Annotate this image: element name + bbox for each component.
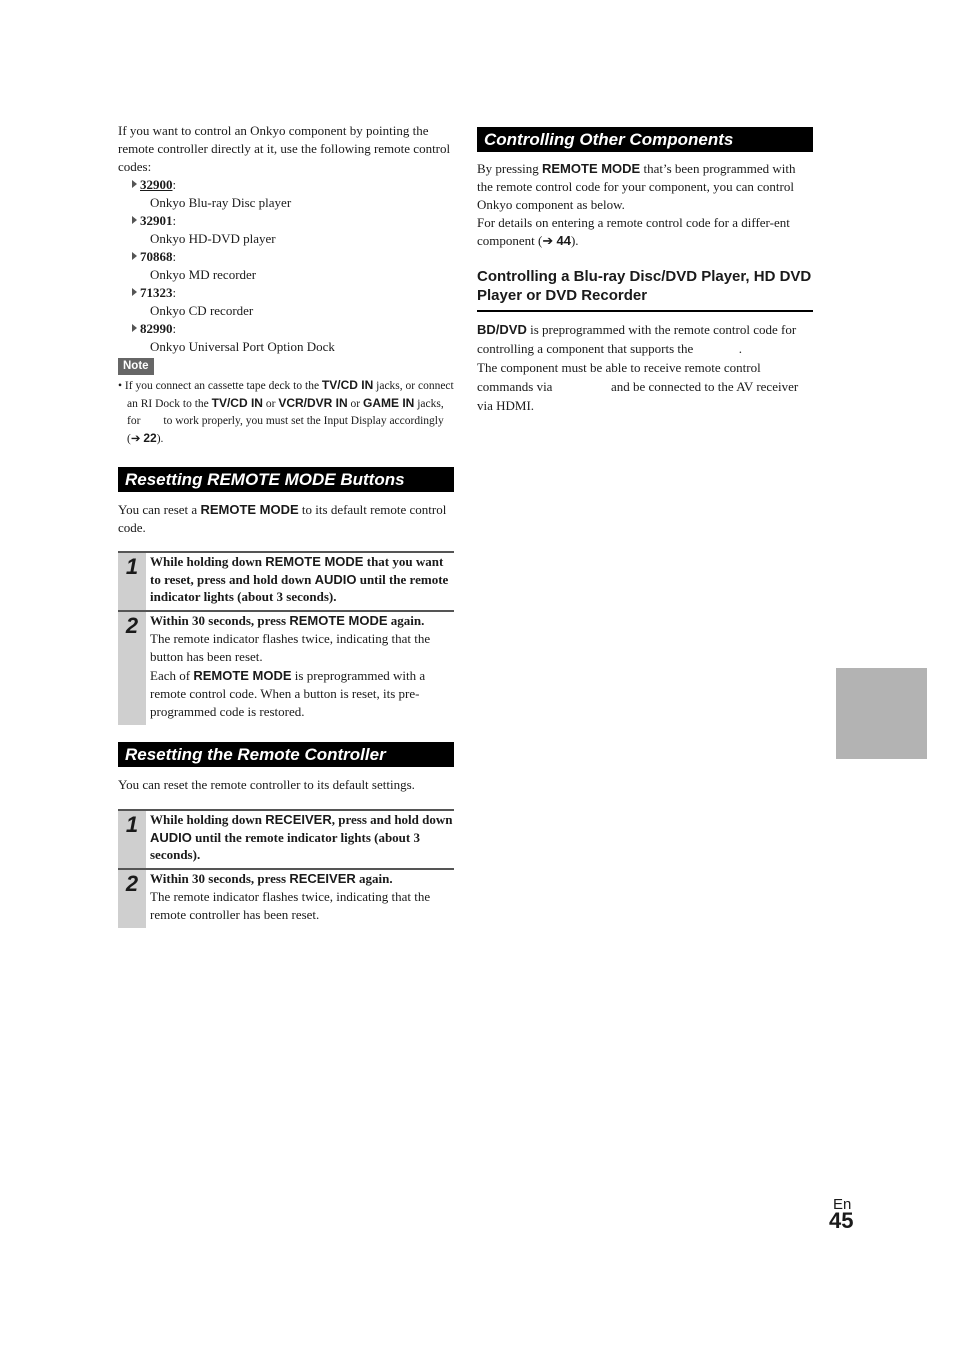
remote-code-list: 32900: Onkyo Blu-ray Disc player 32901: On… <box>132 176 454 356</box>
section-intro: You can reset a REMOTE MODE to its defau… <box>118 502 447 535</box>
step-title: While holding down RECEIVER, press and h… <box>150 812 453 862</box>
triangle-bullet-icon <box>132 216 137 224</box>
step-desc: The remote indicator flashes twice, indi… <box>150 889 431 922</box>
step-desc: The remote indicator flashes twice, indi… <box>150 631 431 664</box>
step-number: 1 <box>118 811 146 868</box>
right-column: Controlling Other Components By pressing… <box>477 127 813 415</box>
section-title-reset-remote-mode: Resetting REMOTE MODE Buttons <box>118 467 454 492</box>
step-number: 2 <box>118 611 146 725</box>
section-title-reset-remote-controller: Resetting the Remote Controller <box>118 742 454 767</box>
paragraph: For details on entering a remote control… <box>477 215 790 248</box>
paragraph: The component must be able to receive re… <box>477 360 802 413</box>
code-item: 71323: Onkyo CD recorder <box>132 284 454 320</box>
paragraph: BD/DVD is preprogrammed with the remote … <box>477 322 800 356</box>
chapter-tab <box>836 668 927 759</box>
step-title: While holding down REMOTE MODE that you … <box>150 554 449 604</box>
steps-reset-remote-mode: 1 While holding down REMOTE MODE that yo… <box>118 551 454 725</box>
step-title: Within 30 seconds, press RECEIVER again. <box>150 870 393 886</box>
code-number: 32901 <box>140 213 173 228</box>
triangle-bullet-icon <box>132 252 137 260</box>
triangle-bullet-icon <box>132 324 137 332</box>
code-item: 32900: Onkyo Blu-ray Disc player <box>132 176 454 212</box>
code-item: 32901: Onkyo HD-DVD player <box>132 212 454 248</box>
intro-text: If you want to control an Onkyo componen… <box>118 123 451 174</box>
triangle-bullet-icon <box>132 180 137 188</box>
code-desc: Onkyo CD recorder <box>150 303 254 318</box>
code-item: 70868: Onkyo MD recorder <box>132 248 454 284</box>
subsection-heading: Controlling a Blu-ray Disc/DVD Player, H… <box>477 267 813 312</box>
step: 2 Within 30 seconds, press RECEIVER agai… <box>118 867 454 928</box>
page-ref: 22 <box>143 431 157 445</box>
left-column: If you want to control an Onkyo componen… <box>118 122 454 928</box>
step: 2 Within 30 seconds, press REMOTE MODE a… <box>118 609 454 725</box>
code-number: 71323 <box>140 285 173 300</box>
note-text: • If you connect an cassette tape deck t… <box>118 378 454 445</box>
code-desc: Onkyo MD recorder <box>150 267 257 282</box>
code-desc: Onkyo Blu-ray Disc player <box>150 195 292 210</box>
code-number: 32900 <box>140 177 173 192</box>
triangle-bullet-icon <box>132 288 137 296</box>
code-number: 70868 <box>140 249 173 264</box>
paragraph: By pressing REMOTE MODE that’s been prog… <box>477 161 796 212</box>
arrow-icon: ➔ <box>542 233 557 248</box>
code-item: 82990: Onkyo Universal Port Option Dock <box>132 320 454 356</box>
note-badge: Note <box>118 358 154 375</box>
step: 1 While holding down REMOTE MODE that yo… <box>118 551 454 610</box>
code-desc: Onkyo Universal Port Option Dock <box>150 339 335 354</box>
page-ref: 44 <box>556 233 571 248</box>
arrow-icon: ➔ <box>130 433 144 445</box>
section-intro: You can reset the remote controller to i… <box>118 777 415 792</box>
step-title: Within 30 seconds, press REMOTE MODE aga… <box>150 612 425 628</box>
step-number: 1 <box>118 553 146 610</box>
code-number: 82990 <box>140 321 173 336</box>
step: 1 While holding down RECEIVER, press and… <box>118 809 454 868</box>
step-desc: Each of REMOTE MODE is preprogrammed wit… <box>150 668 426 719</box>
section-title-controlling-other-components: Controlling Other Components <box>477 127 813 152</box>
code-desc: Onkyo HD-DVD player <box>150 231 276 246</box>
steps-reset-remote-controller: 1 While holding down RECEIVER, press and… <box>118 809 454 928</box>
step-number: 2 <box>118 869 146 928</box>
page-number: 45 <box>829 1208 854 1233</box>
